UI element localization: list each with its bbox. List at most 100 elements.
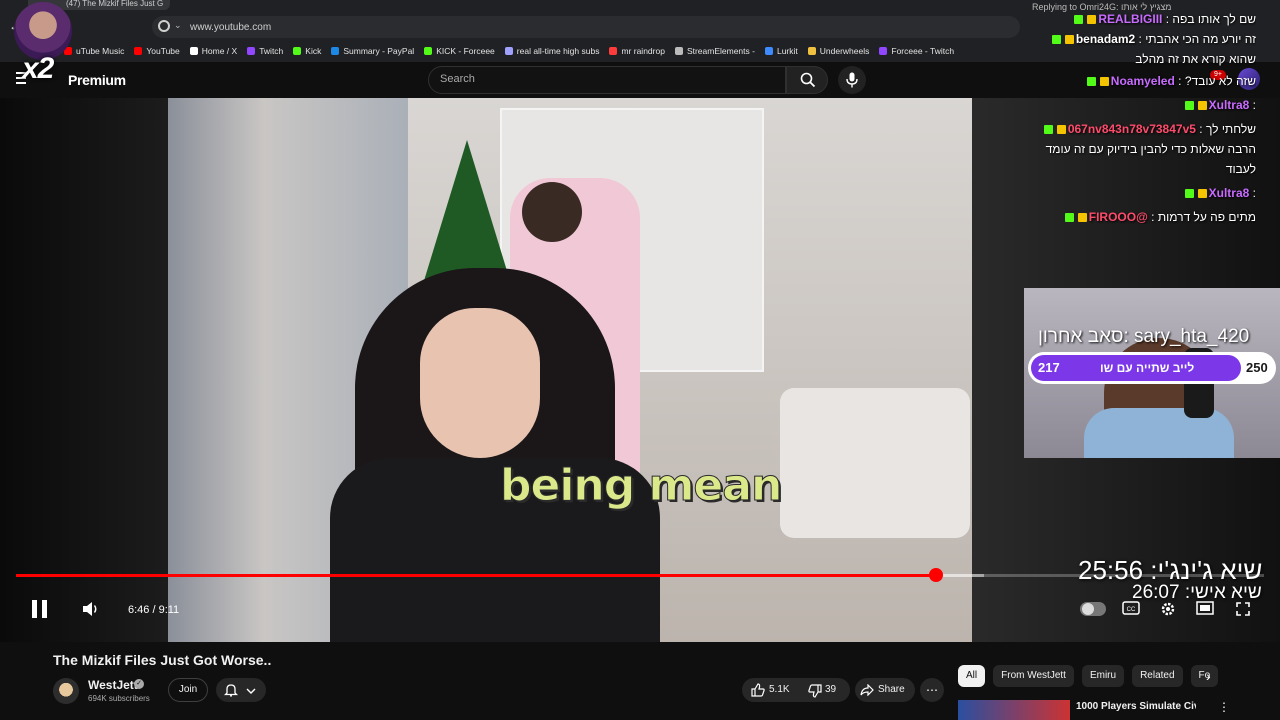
last-subscriber: סאב אחרון: sary_hta_420 (1038, 326, 1250, 347)
chat-text: לעבוד (1225, 162, 1256, 176)
bookmark-label: Twitch (259, 46, 284, 56)
bookmark-label: Lurkit (776, 46, 798, 56)
chat-message: שם לך אותו בפה : REALBIGIII (1032, 12, 1256, 26)
chat-separator: : (1174, 74, 1185, 88)
kick-badge-icon (1074, 15, 1084, 25)
miniplayer-icon (1196, 601, 1214, 615)
notification-bell-button[interactable] (216, 678, 266, 702)
site-info-icon[interactable] (158, 20, 170, 32)
recommendation-title[interactable]: 1000 Players Simulate Civilization: Rich… (1076, 701, 1196, 712)
chat-text: שזה לא עובד? (1184, 74, 1256, 88)
bookmark-item[interactable]: Kick (293, 44, 321, 58)
chevron-right-icon[interactable]: › (1206, 668, 1211, 684)
bookmark-item[interactable]: StreamElements - (674, 44, 755, 58)
join-button[interactable]: Join (168, 678, 208, 702)
subtitles-icon: CC (1122, 601, 1140, 615)
search-icon (800, 72, 816, 88)
settings-button[interactable] (1159, 601, 1177, 617)
chat-message: שלחתי לך : 067nv843n78v73847v5 (1032, 122, 1256, 136)
chat-text: שהוא קורא את זה מהלב (1135, 52, 1256, 66)
time-display: 6:46 / 9:11 (128, 604, 180, 616)
bookmark-favicon-icon (807, 47, 816, 55)
related-chips: All From WestJett Emiru Related Fo (958, 665, 1219, 687)
bookmark-favicon-icon (504, 47, 513, 55)
bookmark-label: YouTube (146, 46, 180, 56)
channel-avatar[interactable] (53, 678, 79, 704)
filter-chip[interactable]: Related (1132, 665, 1183, 687)
search-box[interactable] (428, 66, 786, 94)
bookmark-item[interactable]: mr raindrop (609, 44, 665, 58)
chat-message: : Xultra8 (1032, 98, 1256, 112)
fullscreen-button[interactable] (1234, 601, 1252, 617)
more-actions-button[interactable]: ⋯ (920, 678, 944, 702)
pause-icon (32, 600, 37, 618)
sub-goal-current: 217 (1038, 360, 1060, 375)
chat-username: Xultra8 (1208, 186, 1250, 200)
like-count[interactable]: 5.1K (769, 684, 790, 695)
search-input[interactable]: Search (440, 73, 475, 85)
multiplier-badge: x2 (22, 52, 54, 85)
url-text[interactable]: www.youtube.com (190, 22, 271, 33)
bookmark-item[interactable]: real all-time high subs (504, 44, 599, 58)
recommendation-more-icon[interactable]: ⋮ (1218, 700, 1230, 714)
like-icon[interactable] (751, 683, 765, 697)
chat-separator: : (1135, 32, 1146, 46)
chat-message: : Xultra8 (1032, 186, 1256, 200)
video-scene-woman-face (420, 308, 540, 458)
chat-text: שלחתי לך (1205, 122, 1256, 136)
bookmarks-bar: uTube Music YouTube Home / X Twitch Kick Summ… (64, 44, 954, 58)
bookmark-label: KICK - Forceee (436, 46, 495, 56)
chevron-down-icon[interactable]: ⌄ (174, 20, 182, 31)
sub-badge-icon (1064, 35, 1074, 45)
bookmark-item[interactable]: Underwheels (807, 44, 870, 58)
search-button[interactable] (786, 66, 828, 94)
bookmark-item[interactable]: Summary - PayPal (331, 44, 414, 58)
bookmark-item[interactable]: Lurkit (764, 44, 798, 58)
filter-chip[interactable]: From WestJett (993, 665, 1074, 687)
channel-name[interactable]: WestJett (88, 678, 138, 692)
kick-badge-icon (1184, 101, 1194, 111)
bookmark-item[interactable]: KICK - Forceee (424, 44, 495, 58)
bookmark-item[interactable]: uTube Music (64, 44, 124, 58)
sub-badge-icon (1056, 125, 1066, 135)
dislike-icon[interactable] (808, 684, 822, 698)
scrubber-handle[interactable] (928, 568, 943, 582)
subtitles-button[interactable]: CC (1122, 601, 1140, 617)
chat-separator: : (1147, 210, 1158, 224)
chat-message: לעבוד (1032, 162, 1256, 176)
bookmark-item[interactable]: YouTube (134, 44, 180, 58)
bookmark-label: Summary - PayPal (343, 46, 415, 56)
video-letterbox-left (0, 98, 168, 642)
bookmark-label: Underwheels (819, 46, 870, 56)
bookmark-favicon-icon (879, 47, 888, 55)
filter-chip[interactable]: All (958, 665, 986, 687)
chat-message: זה יורע מה הכי אהבתי : benadam2 (1032, 32, 1256, 46)
filter-chip[interactable]: Emiru (1081, 665, 1125, 687)
bookmark-item[interactable]: Twitch (247, 44, 283, 58)
bookmark-favicon-icon (424, 47, 433, 55)
voice-search-button[interactable] (838, 66, 866, 94)
pause-button[interactable] (32, 600, 48, 618)
recommendation-thumbnail[interactable] (958, 700, 1070, 720)
chat-overlay: שם לך אותו בפה : REALBIGIII זה יורע מה הכ… (1028, 0, 1280, 240)
bookmark-favicon-icon (247, 47, 256, 55)
sub-goal-target: 250 (1246, 360, 1268, 375)
chat-text: שם לך אותו בפה (1172, 12, 1256, 26)
bookmark-item[interactable]: Home / X (189, 44, 237, 58)
bookmark-favicon-icon (189, 47, 198, 55)
filter-chip[interactable]: Fo (1190, 665, 1219, 687)
sub-badge-icon (1087, 15, 1097, 25)
volume-button[interactable] (82, 601, 100, 617)
youtube-premium-logo[interactable]: Premium (68, 72, 126, 88)
chat-text: מתים פה על דרמות (1157, 210, 1256, 224)
bookmark-item[interactable]: Forceee - Twitch (879, 44, 954, 58)
share-label[interactable]: Share (878, 684, 905, 695)
dislike-count[interactable]: 39 (825, 684, 836, 695)
chevron-down-icon (246, 688, 256, 694)
chat-username: Noamyeled (1110, 74, 1175, 88)
miniplayer-button[interactable] (1196, 601, 1214, 617)
bookmark-favicon-icon (764, 47, 773, 55)
address-bar[interactable] (152, 16, 1020, 38)
video-scene-couch (780, 388, 970, 538)
subscriber-count: 694K subscribers (88, 694, 150, 703)
